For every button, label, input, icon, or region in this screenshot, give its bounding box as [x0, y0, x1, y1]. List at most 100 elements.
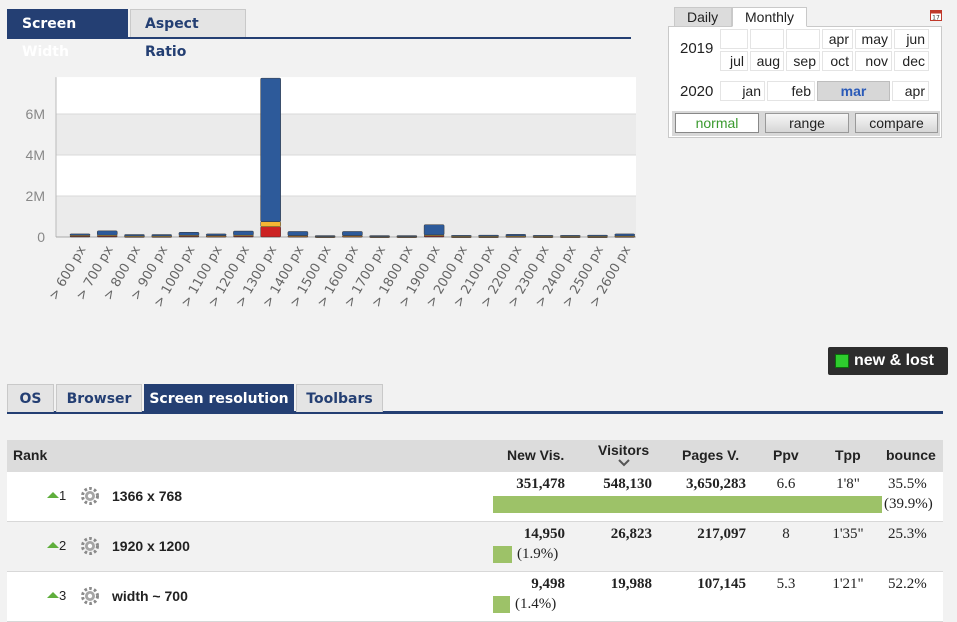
month-2020-jan[interactable]: jan: [720, 81, 765, 101]
visitors-value: 26,823: [610, 526, 652, 542]
col-bounce[interactable]: bounce: [886, 440, 936, 470]
pages-value: 217,097: [697, 526, 746, 542]
month-2019-may[interactable]: may: [855, 29, 892, 49]
new-lost-label: new & lost: [854, 352, 935, 369]
tpp-value: 1'8": [836, 476, 860, 492]
bar-segment: [260, 226, 281, 238]
month-cell-empty: [786, 29, 820, 49]
rank-up-icon: [47, 592, 59, 598]
mode-normal-button[interactable]: normal: [675, 113, 759, 133]
ppv-value: 6.6: [776, 476, 796, 492]
plot-band: [56, 196, 636, 237]
bar-segment: [124, 234, 145, 237]
dimension-tabs: OS Browser Screen resolution Toolbars: [7, 384, 943, 414]
gear-icon[interactable]: [80, 486, 100, 506]
bar-segment: [560, 235, 581, 237]
month-2019-dec[interactable]: dec: [894, 51, 929, 71]
bar-segment: [614, 233, 636, 237]
gear-icon[interactable]: [80, 536, 100, 556]
sort-desc-icon[interactable]: [618, 459, 630, 467]
table-row[interactable]: 2 1920 x 1200 14,950 26,823 217,097 8 1'…: [7, 522, 943, 572]
tab-screen-width[interactable]: Screen Width: [7, 9, 128, 60]
col-pages-viewed[interactable]: Pages V.: [682, 440, 739, 470]
bar-segment: [505, 234, 527, 237]
bar-segment: [342, 231, 363, 236]
tab-toolbars[interactable]: Toolbars: [296, 384, 383, 412]
bar-segment: [205, 233, 227, 236]
mode-compare-button[interactable]: compare: [855, 113, 938, 133]
bar-segment: [151, 234, 172, 237]
pages-value: 107,145: [697, 576, 746, 592]
month-2019-aug[interactable]: aug: [750, 51, 784, 71]
month-2019-sep[interactable]: sep: [786, 51, 820, 71]
month-2020-apr[interactable]: apr: [892, 81, 929, 101]
rank-up-icon: [47, 542, 59, 548]
rank-number: 2: [59, 538, 67, 553]
tab-daily[interactable]: Daily: [674, 7, 732, 27]
tab-screen-resolution[interactable]: Screen resolution: [144, 384, 294, 412]
gear-icon[interactable]: [80, 586, 100, 606]
screen-width-chart: 02M4M6M> 600 px> 700 px> 800 px> 900 px>…: [26, 77, 636, 310]
bar-segment: [532, 235, 554, 237]
tab-aspect-ratio[interactable]: Aspect Ratio: [130, 9, 246, 60]
table-row[interactable]: 1 1366 x 768 351,478 548,130 3,650,283 6…: [7, 472, 943, 522]
rank-number: 1: [59, 488, 67, 503]
pages-value: 3,650,283: [686, 476, 746, 492]
month-cell-empty: [750, 29, 784, 49]
year-2020: 2020: [680, 83, 714, 100]
chart-tabs: Screen Width Aspect Ratio: [7, 9, 631, 60]
bounce-value: 35.5%: [888, 476, 927, 492]
col-rank[interactable]: Rank: [13, 440, 47, 470]
resolution-name[interactable]: 1920 x 1200: [112, 538, 190, 554]
svg-text:17: 17: [932, 15, 940, 22]
green-square-icon: [835, 354, 849, 368]
bar-segment: [396, 235, 418, 237]
resolution-name[interactable]: 1366 x 768: [112, 488, 182, 504]
new-visitors-value: 14,950: [523, 526, 565, 542]
bar-segment: [423, 224, 445, 236]
month-2020-mar[interactable]: mar: [817, 81, 890, 101]
period-selector: Daily Monthly 2019 2020 apr may jun jul …: [668, 7, 942, 138]
bar-segment: [287, 231, 309, 236]
mode-range-button[interactable]: range: [765, 113, 849, 133]
table-header: Rank New Vis. Visitors Pages V. Ppv Tpp …: [7, 440, 943, 472]
col-visitors[interactable]: Visitors: [598, 441, 649, 459]
y-tick-label: 0: [37, 229, 45, 245]
tab-browser[interactable]: Browser: [56, 384, 142, 412]
tpp-value: 1'35": [832, 526, 864, 542]
resolution-name[interactable]: width ~ 700: [112, 588, 188, 604]
y-tick-label: 4M: [26, 147, 45, 163]
bounce-value: 52.2%: [888, 576, 927, 592]
tab-os[interactable]: OS: [7, 384, 54, 412]
bar-segment: [233, 230, 254, 236]
bar-segment: [451, 235, 472, 237]
table-row[interactable]: 3 width ~ 700 9,498 19,988 107,145 5.3 1…: [7, 572, 943, 622]
new-visitors-value: 9,498: [531, 576, 565, 592]
new-visitors-value: 351,478: [516, 476, 565, 492]
bar-segment: [96, 230, 118, 236]
share-bar: [493, 596, 510, 613]
bar-segment: [369, 235, 390, 237]
month-2020-feb[interactable]: feb: [767, 81, 815, 101]
calendar-icon[interactable]: 17: [930, 9, 942, 21]
month-2019-apr[interactable]: apr: [822, 29, 853, 49]
month-2019-jul[interactable]: jul: [720, 51, 748, 71]
share-bar: [493, 546, 512, 563]
new-lost-button[interactable]: new & lost: [828, 347, 948, 375]
bar-segment: [260, 77, 281, 222]
month-2019-nov[interactable]: nov: [855, 51, 892, 71]
tab-monthly[interactable]: Monthly: [732, 7, 807, 27]
month-2019-jun[interactable]: jun: [894, 29, 929, 49]
col-tpp[interactable]: Tpp: [835, 440, 861, 470]
bar-segment: [69, 233, 91, 236]
month-2019-oct[interactable]: oct: [822, 51, 853, 71]
visitors-value: 19,988: [610, 576, 652, 592]
mode-switch: normal range compare: [672, 111, 940, 136]
bar-segment: [587, 234, 608, 237]
col-new-visitors[interactable]: New Vis.: [507, 440, 564, 470]
plot-band: [56, 114, 636, 155]
share-bar: [493, 496, 882, 513]
ppv-value: 8: [782, 526, 790, 542]
rank-up-icon: [47, 492, 59, 498]
col-ppv[interactable]: Ppv: [773, 440, 799, 470]
